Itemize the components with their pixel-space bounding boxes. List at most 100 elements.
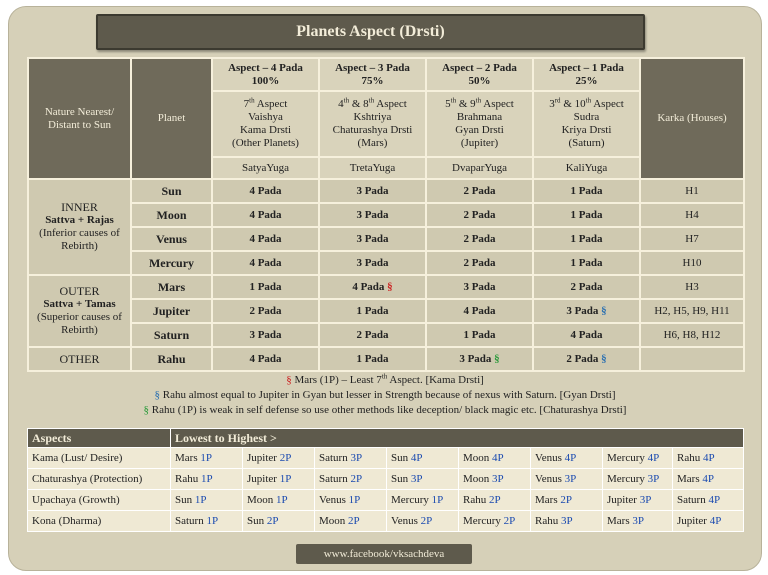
aspect-rank-cell: Sun 1P (170, 489, 243, 511)
group-sub: (Superior causes of Rebirth) (37, 311, 122, 336)
pada-cell: 4 Pada (211, 250, 320, 276)
planet-name: Moon (130, 202, 213, 228)
planet-row: OTHER Rahu 4 Pada 1 Pada 3 Pada § 2 Pada § (27, 346, 745, 372)
karka-header-text: Karka (Houses) (657, 112, 727, 124)
aspect-rank-cell: Moon 3P (458, 468, 531, 490)
group-label: INNER (61, 200, 98, 214)
pada-cell: 1 Pada (211, 274, 320, 300)
aspect-1-line2: Sudra (573, 111, 600, 123)
pada-cell: 1 Pada (532, 226, 641, 252)
planet-name: Venus (130, 226, 213, 252)
pada-count: 2P (279, 452, 292, 464)
aspect-4-pct: 100% (251, 74, 280, 87)
planet-name: Sun (130, 178, 213, 204)
aspect-3-line4: (Mars) (357, 137, 388, 149)
pada-count: 1P (276, 494, 288, 506)
aspect-rank-row: Kama (Lust/ Desire) Mars 1P Jupiter 2P Satu… (27, 447, 745, 469)
pada-count: 2P (348, 515, 360, 527)
pada-cell: 4 Pada (211, 202, 320, 228)
karka-cell: H1 (639, 178, 745, 204)
pada-cell: 2 Pada (318, 322, 427, 348)
aspect-3-detail: 4th & 8th Aspect Kshtriya Chaturashya Drst… (318, 90, 427, 158)
aspect-rank-cell: Mercury 3P (602, 468, 673, 490)
aspect-3-header: Aspect – 3 Pada 75% (318, 57, 427, 92)
red-marker: § (384, 280, 393, 293)
pada-count: 2P (266, 515, 279, 527)
lowest-to-highest-header: Lowest to Highest > (169, 428, 745, 448)
aspect-rank-cell: Mercury 4P (602, 447, 673, 469)
aspect-4-detail: 7th Aspect Vaishya Kama Drsti (Other Planet… (211, 90, 320, 158)
aspect-4-line3: Kama Drsti (239, 124, 291, 136)
aspect-4-line1: 7th Aspect (243, 96, 288, 110)
pada-count: 3P (560, 515, 573, 527)
pada-cell: 1 Pada (532, 250, 641, 276)
aspect-1-line4: (Saturn) (568, 137, 605, 149)
pada-cell: 3 Pada § (425, 346, 534, 372)
aspect-rank-cell: Rahu 4P (671, 447, 745, 469)
aspects-header: Aspects (27, 428, 171, 448)
aspect-1-pct: 25% (575, 74, 598, 87)
pada-cell: 1 Pada (318, 346, 427, 372)
aspect-2-pct: 50% (468, 74, 491, 87)
aspect-rank-cell: Sun 2P (242, 510, 315, 532)
pada-count: 4P (564, 452, 577, 464)
pada-cell: 2 Pada (532, 274, 641, 300)
green-marker: § (143, 404, 150, 416)
pada-cell: 4 Pada § (318, 274, 427, 300)
page-title: Planets Aspect (Drsti) (96, 14, 645, 50)
aspect-rank-cell: Venus 4P (530, 447, 603, 469)
karka-cell: H3 (639, 274, 745, 300)
aspect-4-label: Aspect – 4 Pada (228, 61, 303, 74)
aspect-rank-cell: Jupiter 3P (602, 489, 673, 511)
aspect-rank-cell: Moon 1P (242, 489, 315, 511)
aspect-rank-cell: Mercury 2P (458, 510, 531, 532)
pada-cell: 3 Pada (318, 202, 427, 228)
aspect-rank-label: Kona (Dharma) (27, 510, 171, 532)
yuga-satya: SatyaYuga (211, 156, 320, 180)
planet-name: Rahu (130, 346, 213, 372)
planet-row: Moon 4 Pada 3 Pada 2 Pada 1 Pada H4 (28, 202, 745, 228)
aspects-ranking-table: Aspects Lowest to Highest > Kama (Lust/ … (27, 428, 745, 532)
aspect-rank-cell: Saturn 2P (314, 468, 387, 490)
pada-count: 3P (647, 473, 660, 485)
planet-row: Mercury 4 Pada 3 Pada 2 Pada 1 Pada H10 (28, 250, 745, 276)
pada-count: 4P (647, 452, 660, 464)
aspect-2-line4: (Jupiter) (460, 137, 499, 149)
note-mars-text-end: Aspect. [Kama Drsti] (387, 374, 484, 386)
pada-cell: 2 Pada (425, 226, 534, 252)
pada-cell: 2 Pada § (532, 346, 641, 372)
group-label: OTHER (59, 351, 100, 366)
pada-cell: 4 Pada (211, 346, 320, 372)
aspect-rank-label: Kama (Lust/ Desire) (27, 447, 171, 469)
aspect-2-line2: Brahmana (456, 111, 503, 123)
planet-name: Saturn (130, 322, 213, 348)
pada-cell: 1 Pada (425, 322, 534, 348)
pada-cell: 3 Pada § (532, 298, 641, 324)
aspect-rank-label: Upachaya (Growth) (27, 489, 171, 511)
group-guna: Sattva + Rajas (45, 214, 114, 226)
pada-count: 1P (200, 473, 213, 485)
note-rahu-defense-text: Rahu (1P) is weak in self defense so use… (151, 404, 627, 416)
pada-count: 4P (702, 473, 714, 485)
pada-cell: 2 Pada (211, 298, 320, 324)
pada-count: 2P (560, 494, 572, 506)
group-inner: INNER Sattva + Rajas (Inferior causes of R… (27, 178, 132, 276)
karka-cell: H2, H5, H9, H11 (639, 298, 745, 324)
pada-count: 3P (492, 473, 504, 485)
yuga-dvapar: DvaparYuga (425, 156, 534, 180)
pada-count: 1P (279, 473, 292, 485)
aspect-4-header: Aspect – 4 Pada 100% (211, 57, 320, 92)
aspect-rank-cell: Sun 3P (386, 468, 459, 490)
pada-cell: 2 Pada (425, 202, 534, 228)
note-mars-text: Mars (1P) – Least 7 (294, 374, 382, 386)
pada-count: 2P (350, 473, 363, 485)
footer-link[interactable]: www.facebook/vksachdeva (296, 544, 472, 564)
yuga-kali: KaliYuga (532, 156, 641, 180)
aspect-3-line3: Chaturashya Drsti (332, 124, 413, 136)
aspect-rank-cell: Mars 4P (671, 468, 745, 490)
blue-marker: § (598, 304, 607, 317)
planet-name: Mars (130, 274, 213, 300)
note-mars: § Mars (1P) – Least 7th Aspect. [Kama Dr… (27, 373, 743, 388)
aspect-3-line1: 4th & 8th Aspect (338, 96, 407, 110)
aspect-3-label: Aspect – 3 Pada (335, 61, 410, 74)
